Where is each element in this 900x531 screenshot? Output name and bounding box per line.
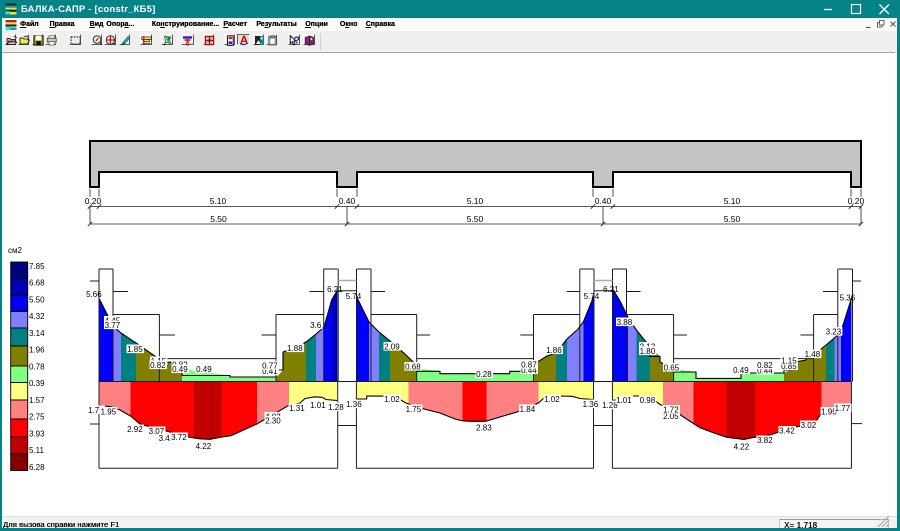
- svg-text:3.02: 3.02: [801, 421, 817, 430]
- svg-text:1.85: 1.85: [127, 345, 143, 354]
- svg-text:6.68: 6.68: [29, 279, 45, 288]
- svg-text:5.10: 5.10: [467, 196, 484, 206]
- svg-text:5.10: 5.10: [210, 196, 227, 206]
- svg-text:2.09: 2.09: [384, 342, 400, 351]
- svg-text:см2: см2: [8, 246, 23, 255]
- svg-text:3.14: 3.14: [29, 329, 45, 338]
- svg-text:3.42: 3.42: [779, 426, 795, 435]
- svg-text:3.88: 3.88: [617, 318, 633, 327]
- svg-text:0.40: 0.40: [339, 196, 356, 206]
- svg-text:5.10: 5.10: [724, 196, 741, 206]
- svg-text:0.68: 0.68: [405, 362, 421, 371]
- svg-text:5.50: 5.50: [724, 214, 741, 224]
- svg-text:4.32: 4.32: [29, 312, 45, 321]
- svg-text:0.65: 0.65: [664, 363, 680, 372]
- svg-text:2.30: 2.30: [265, 416, 281, 425]
- svg-text:1.84: 1.84: [520, 405, 536, 414]
- svg-text:1.96: 1.96: [29, 346, 45, 355]
- svg-text:3.6: 3.6: [310, 321, 322, 330]
- svg-text:1.31: 1.31: [289, 404, 305, 413]
- svg-text:2.75: 2.75: [29, 413, 45, 422]
- svg-text:5.50: 5.50: [29, 295, 45, 304]
- svg-text:0.49: 0.49: [196, 365, 212, 374]
- svg-text:0.20: 0.20: [85, 196, 102, 206]
- svg-text:5.11: 5.11: [29, 446, 45, 455]
- svg-text:0.82: 0.82: [757, 361, 773, 370]
- svg-text:1.01: 1.01: [616, 396, 632, 405]
- svg-text:5.74: 5.74: [346, 292, 362, 301]
- svg-text:1.57: 1.57: [29, 396, 45, 405]
- svg-text:1.95: 1.95: [101, 407, 117, 416]
- svg-text:1.01: 1.01: [310, 401, 326, 410]
- svg-text:3.72: 3.72: [171, 433, 187, 442]
- svg-text:6.21: 6.21: [327, 285, 343, 294]
- svg-text:1.28: 1.28: [328, 403, 344, 412]
- svg-text:0.82: 0.82: [150, 361, 166, 370]
- svg-text:0.49: 0.49: [733, 366, 749, 375]
- svg-text:0.78: 0.78: [29, 362, 45, 371]
- svg-text:1.88: 1.88: [287, 344, 303, 353]
- svg-text:2.92: 2.92: [127, 425, 143, 434]
- svg-text:0.39: 0.39: [29, 379, 45, 388]
- svg-text:5.66: 5.66: [86, 290, 102, 299]
- svg-text:6.21: 6.21: [603, 285, 619, 294]
- svg-text:5.74: 5.74: [584, 292, 600, 301]
- svg-text:0.49: 0.49: [172, 365, 188, 374]
- svg-text:0.98: 0.98: [640, 396, 656, 405]
- svg-text:1.77: 1.77: [835, 404, 851, 413]
- svg-text:5.50: 5.50: [210, 214, 227, 224]
- svg-text:1.02: 1.02: [544, 395, 560, 404]
- svg-text:3.23: 3.23: [826, 327, 842, 336]
- svg-text:4.22: 4.22: [196, 442, 212, 451]
- svg-text:0.77: 0.77: [262, 361, 278, 370]
- svg-text:6.28: 6.28: [29, 463, 45, 472]
- svg-text:0.28: 0.28: [476, 370, 492, 379]
- svg-text:5.36: 5.36: [840, 293, 856, 302]
- svg-text:1.86: 1.86: [546, 346, 562, 355]
- svg-text:5.50: 5.50: [467, 214, 484, 224]
- svg-text:1.02: 1.02: [384, 395, 400, 404]
- svg-text:1.72: 1.72: [663, 405, 679, 414]
- svg-text:1.36: 1.36: [583, 400, 599, 409]
- svg-text:1.48: 1.48: [805, 350, 821, 359]
- svg-text:1.36: 1.36: [346, 400, 362, 409]
- svg-text:1.15: 1.15: [781, 356, 797, 365]
- svg-text:1.80: 1.80: [640, 347, 656, 356]
- svg-text:4.22: 4.22: [734, 442, 750, 451]
- svg-text:0.87: 0.87: [521, 360, 537, 369]
- svg-text:3.93: 3.93: [29, 429, 45, 438]
- svg-text:1.75: 1.75: [406, 405, 422, 414]
- svg-text:7.85: 7.85: [29, 262, 45, 271]
- svg-text:3.77: 3.77: [105, 321, 121, 330]
- svg-text:0.20: 0.20: [848, 196, 865, 206]
- svg-text:3.82: 3.82: [757, 436, 773, 445]
- svg-text:2.83: 2.83: [476, 423, 492, 432]
- svg-text:0.40: 0.40: [595, 196, 612, 206]
